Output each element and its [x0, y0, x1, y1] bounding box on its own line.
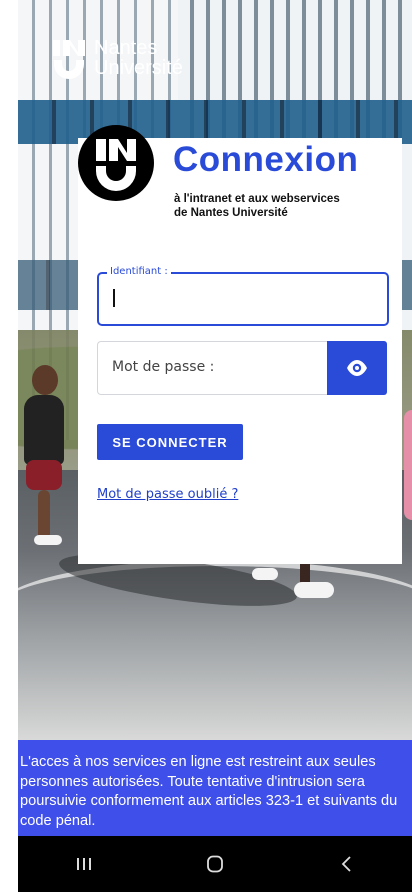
legal-notice-text: L'acces à nos services en ligne est rest…: [20, 754, 398, 829]
identifier-label: Identifiant :: [107, 266, 171, 277]
password-placeholder: Mot de passe :: [112, 359, 215, 375]
identifier-field[interactable]: Identifiant :: [97, 266, 389, 326]
login-title: Connexion: [173, 140, 359, 179]
subtitle-line1: à l'intranet et aux webservices: [174, 193, 340, 205]
brand-name: Nantes Université: [94, 38, 183, 78]
back-icon: [342, 856, 351, 872]
university-round-logo-icon: [78, 125, 154, 201]
university-logo-icon: [50, 38, 88, 80]
text-cursor: [113, 289, 115, 307]
legal-notice: L'acces à nos services en ligne est rest…: [18, 740, 412, 836]
home-button[interactable]: [185, 844, 245, 884]
eye-icon: [347, 360, 367, 376]
nantes-universite-logo: Nantes Université: [50, 38, 183, 80]
subtitle-line2: de Nantes Université: [174, 207, 288, 219]
brand-line2: Université: [94, 57, 183, 79]
brand-line1: Nantes: [94, 37, 158, 59]
home-icon: [207, 855, 223, 873]
show-password-button[interactable]: [327, 341, 387, 395]
login-button[interactable]: SE CONNECTER: [97, 424, 243, 460]
login-subtitle: à l'intranet et aux webservices de Nante…: [174, 192, 394, 220]
password-field[interactable]: Mot de passe :: [97, 341, 328, 395]
app-screen: Nantes Université Connexion à l'intranet…: [18, 0, 412, 892]
back-button[interactable]: [316, 844, 376, 884]
recent-apps-icon: [76, 858, 91, 870]
recent-apps-button[interactable]: [54, 844, 114, 884]
forgot-password-link[interactable]: Mot de passe oublié ?: [97, 487, 238, 502]
system-nav-bar: [18, 836, 412, 892]
